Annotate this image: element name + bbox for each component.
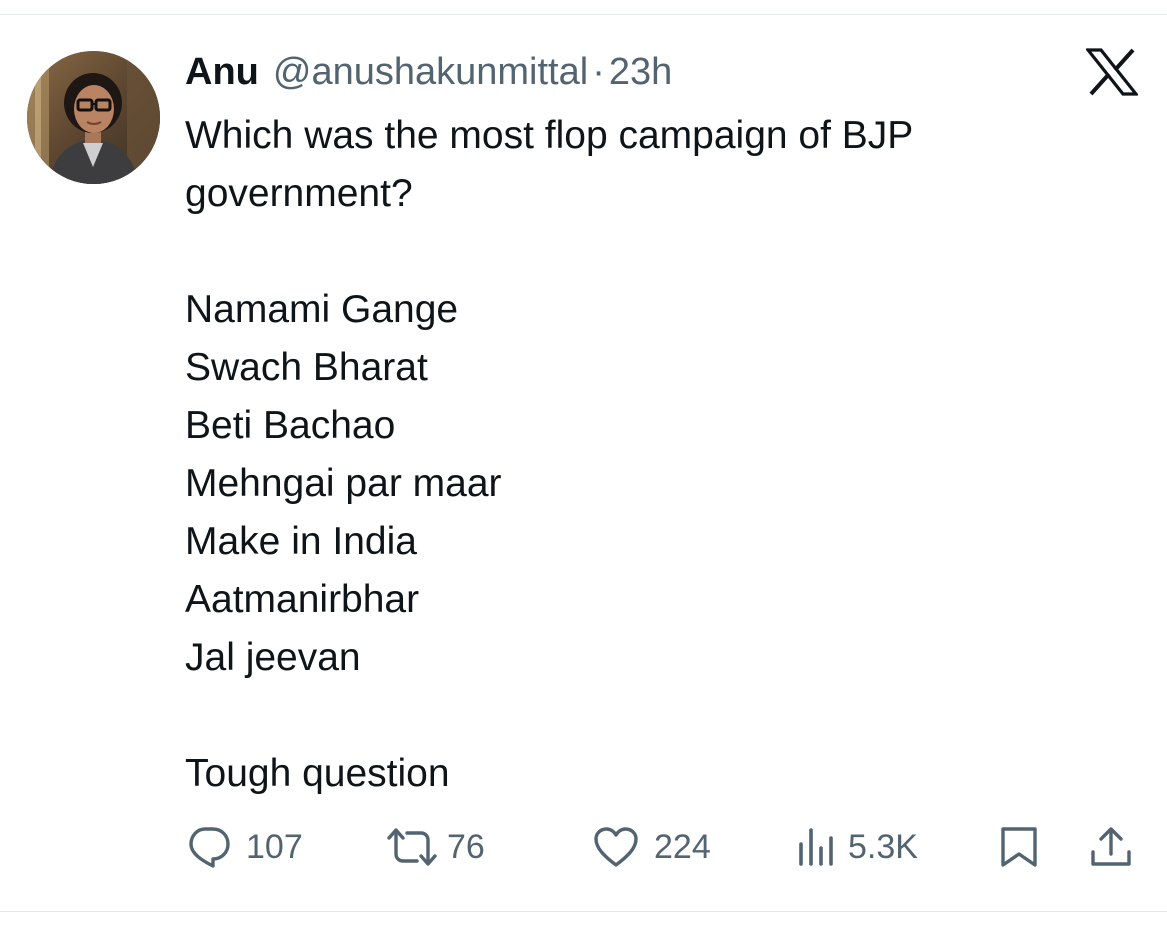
- bookmark-icon: [1001, 827, 1037, 867]
- top-divider: [0, 14, 1167, 15]
- view-count: 5.3K: [848, 827, 918, 866]
- timestamp[interactable]: 23h: [609, 50, 672, 94]
- avatar-image: [27, 51, 160, 184]
- tweet-line: Tough question: [185, 752, 450, 795]
- like-button[interactable]: 224: [592, 820, 711, 874]
- tweet-line: Namami Gange: [185, 288, 459, 331]
- action-bar: 107 76 224 5.3K: [0, 820, 1167, 874]
- reply-count: 107: [246, 827, 303, 866]
- repost-icon: [387, 828, 437, 866]
- bottom-divider: [0, 911, 1167, 912]
- tweet-line: Jal jeevan: [185, 636, 361, 679]
- heart-icon: [594, 827, 638, 867]
- avatar[interactable]: [27, 51, 160, 184]
- repost-button[interactable]: 76: [385, 820, 485, 874]
- tweet-line: Make in India: [185, 520, 417, 563]
- share-icon: [1091, 827, 1131, 866]
- tweet-line: Aatmanirbhar: [185, 578, 420, 621]
- author-handle[interactable]: @anushakunmittal: [273, 50, 588, 94]
- tweet-line: Mehngai par maar: [185, 462, 502, 505]
- tweet-line: Beti Bachao: [185, 404, 396, 447]
- reply-button[interactable]: 107: [186, 820, 303, 874]
- separator-dot: ·: [592, 51, 605, 93]
- views-button[interactable]: 5.3K: [796, 820, 918, 874]
- reply-icon: [189, 827, 230, 868]
- tweet-line: Swach Bharat: [185, 346, 428, 389]
- views-icon: [799, 828, 833, 866]
- bookmark-button[interactable]: [998, 820, 1040, 874]
- tweet-header: Anu @anushakunmittal · 23h: [185, 50, 672, 94]
- author-name[interactable]: Anu: [185, 50, 259, 94]
- repost-count: 76: [447, 827, 485, 866]
- like-count: 224: [654, 827, 711, 866]
- tweet-text: Which was the most flop campaign of BJP …: [185, 107, 1115, 803]
- tweet-line: Which was the most flop campaign of BJP: [185, 114, 914, 157]
- share-button[interactable]: [1088, 820, 1134, 874]
- tweet-line: government?: [185, 172, 413, 215]
- x-logo-icon: [1084, 48, 1140, 96]
